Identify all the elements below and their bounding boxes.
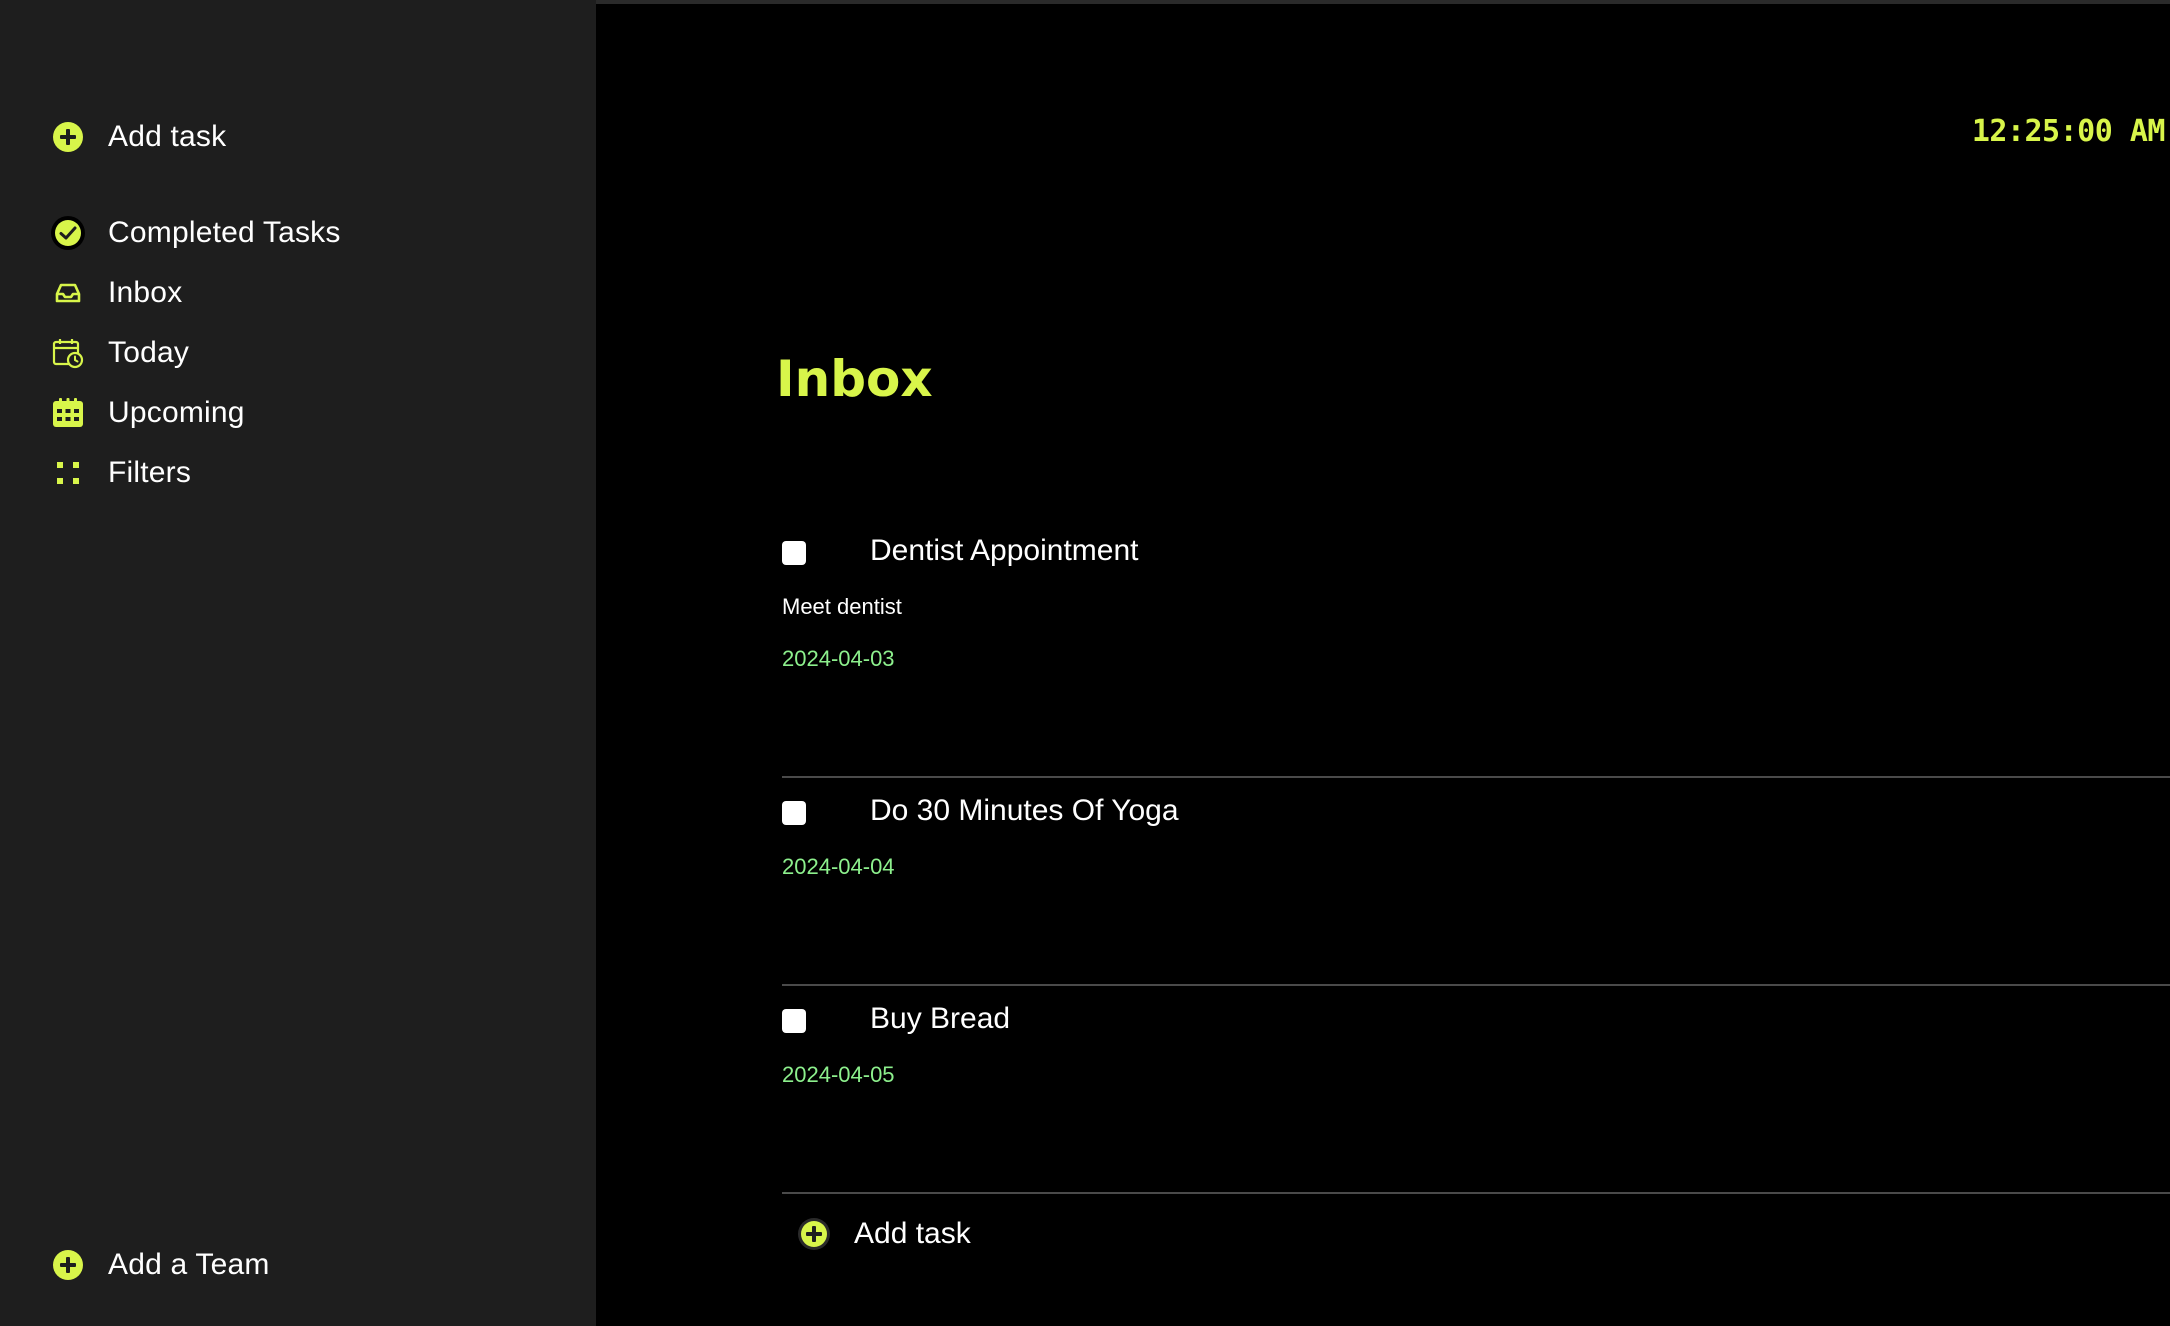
- page-title: Inbox: [776, 350, 933, 408]
- task-divider: [782, 1192, 2170, 1194]
- task-item: Buy Bread 2024-04-05: [782, 1002, 2170, 1088]
- task-title[interactable]: Do 30 Minutes Of Yoga: [870, 794, 1179, 828]
- inbox-icon: [50, 275, 86, 311]
- task-checkbox[interactable]: [782, 1009, 806, 1033]
- task-checkbox[interactable]: [782, 541, 806, 565]
- sidebar: Add task Completed Tasks Inbox Today Upc…: [0, 0, 596, 1326]
- task-item: Do 30 Minutes Of Yoga 2024-04-04: [782, 794, 2170, 880]
- sidebar-add-team-button[interactable]: Add a Team: [50, 1240, 270, 1290]
- sidebar-item-upcoming[interactable]: Upcoming: [50, 388, 245, 438]
- sidebar-item-filters[interactable]: Filters: [50, 448, 191, 498]
- main-content: 12:25:00 AM Inbox Dentist Appointment Me…: [596, 4, 2170, 1326]
- calendar-clock-icon: [50, 335, 86, 371]
- plus-circle-icon: [796, 1216, 832, 1252]
- sidebar-item-label: Today: [108, 336, 190, 369]
- sidebar-item-label: Completed Tasks: [108, 216, 341, 249]
- sidebar-item-label: Inbox: [108, 276, 183, 309]
- task-due-date: 2024-04-04: [782, 854, 895, 879]
- app-root: Add task Completed Tasks Inbox Today Upc…: [0, 0, 2170, 1326]
- task-description: Meet dentist: [782, 594, 902, 619]
- sidebar-item-label: Filters: [108, 456, 192, 489]
- task-divider: [782, 984, 2170, 986]
- task-item: Dentist Appointment Meet dentist 2024-04…: [782, 534, 2170, 672]
- sidebar-add-task-label: Add task: [108, 120, 227, 153]
- task-title[interactable]: Buy Bread: [870, 1002, 1010, 1036]
- plus-circle-icon: [50, 1247, 86, 1283]
- clock-display: 12:25:00 AM: [1971, 114, 2166, 149]
- plus-circle-icon: [50, 119, 86, 155]
- sidebar-add-task-button[interactable]: Add task: [50, 112, 226, 162]
- add-task-button[interactable]: Add task: [796, 1216, 971, 1252]
- calendar-grid-icon: [50, 395, 86, 431]
- sidebar-item-today[interactable]: Today: [50, 328, 189, 378]
- sidebar-add-team-label: Add a Team: [108, 1248, 270, 1281]
- sidebar-item-inbox[interactable]: Inbox: [50, 268, 182, 318]
- task-due-date: 2024-04-03: [782, 646, 895, 671]
- sidebar-item-label: Upcoming: [108, 396, 245, 429]
- sidebar-item-completed-tasks[interactable]: Completed Tasks: [50, 208, 341, 258]
- add-task-label: Add task: [854, 1217, 971, 1250]
- task-due-date: 2024-04-05: [782, 1062, 895, 1087]
- task-checkbox[interactable]: [782, 801, 806, 825]
- task-divider: [782, 776, 2170, 778]
- task-title[interactable]: Dentist Appointment: [870, 534, 1139, 568]
- check-circle-icon: [50, 215, 86, 251]
- filters-grid-icon: [50, 455, 86, 491]
